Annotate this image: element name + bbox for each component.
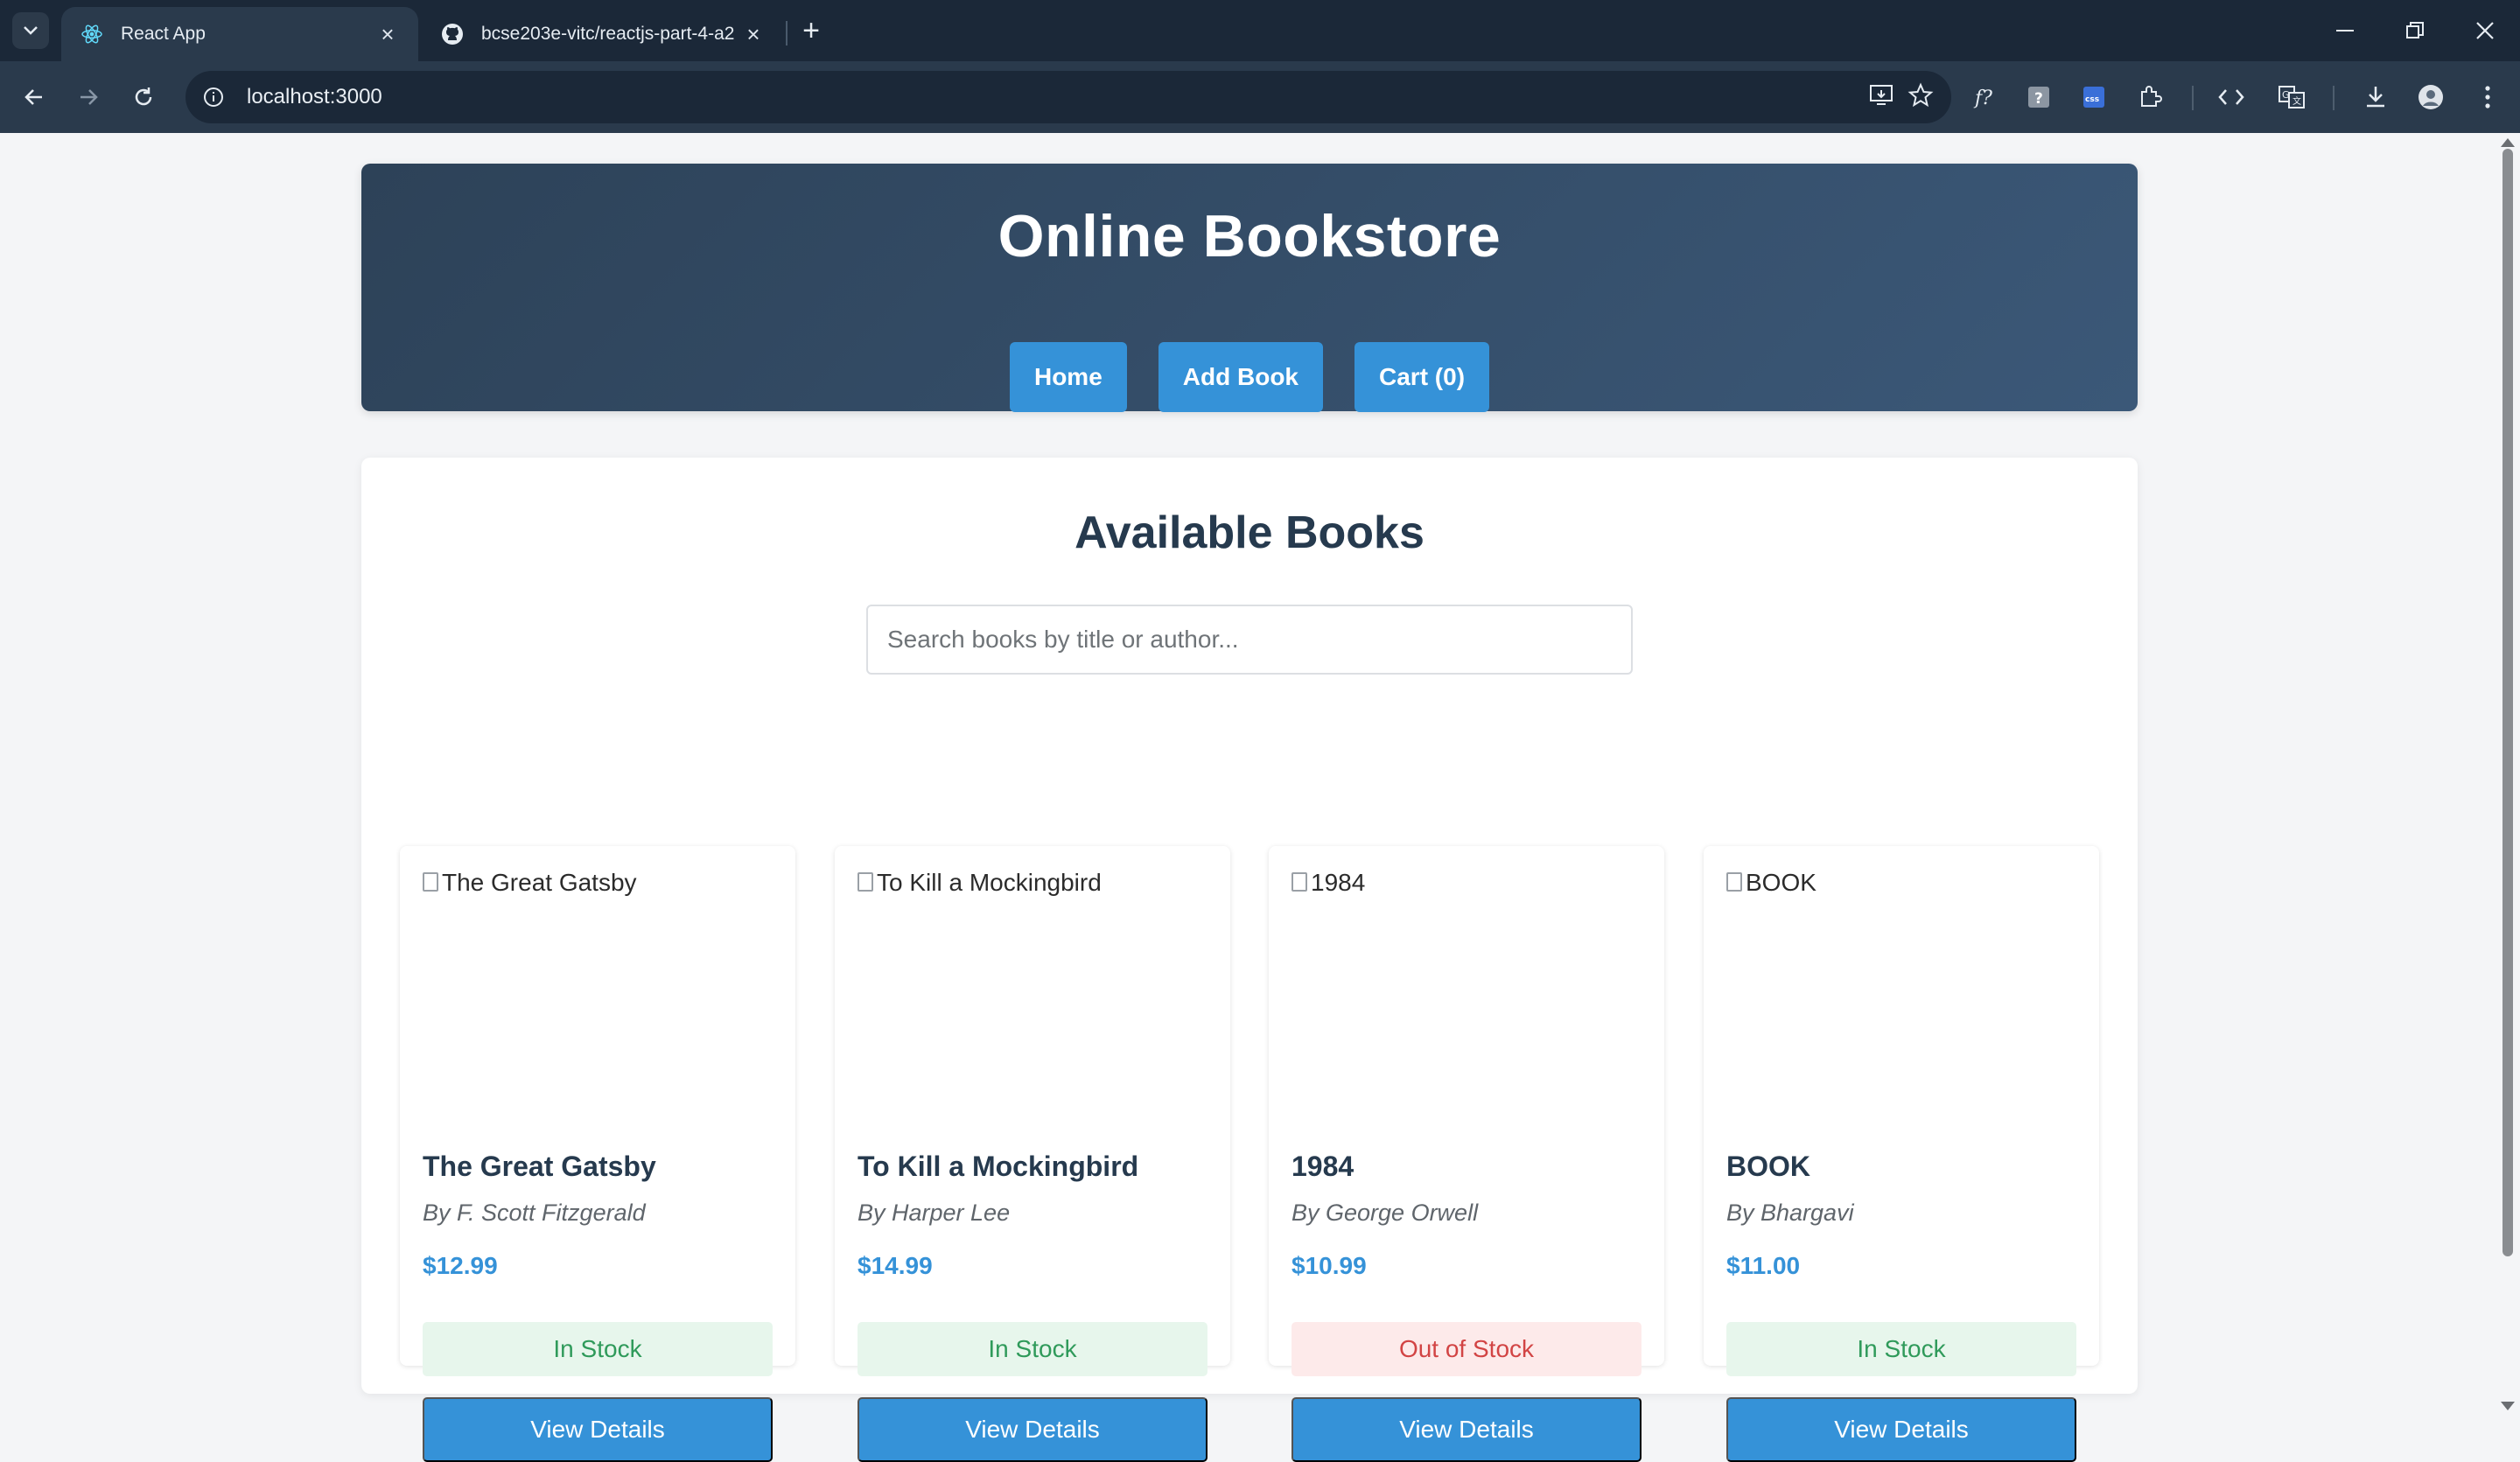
url-text: localhost:3000 [247,85,382,108]
view-details-button[interactable]: View Details [1726,1397,2076,1462]
site-title: Online Bookstore [998,203,1502,269]
github-icon [439,21,466,47]
book-title: 1984 [1292,1151,1354,1182]
toolbar-divider [2333,86,2334,110]
page-viewport: Online Bookstore Home Add Book Cart (0) … [0,133,2520,1462]
nav-home-button[interactable]: Home [1009,342,1127,412]
tab-strip: React App × bcse203e-vitc/reactjs-part-4… [0,0,2520,61]
close-window-button[interactable] [2450,0,2520,61]
bookmark-star-icon[interactable] [1908,82,1934,113]
view-details-button[interactable]: View Details [423,1397,773,1462]
book-cover-image[interactable]: BOOK [1726,869,2076,1114]
cover-alt-text: The Great Gatsby [442,869,637,896]
search-input[interactable] [866,605,1633,675]
book-title: BOOK [1726,1151,1810,1182]
tab-react-app[interactable]: React App × [61,7,418,61]
reload-icon [135,87,152,106]
books-panel: Available Books The Great Gatsby The Gre… [361,458,2138,1462]
close-icon [2476,22,2494,39]
close-tab-icon[interactable]: × [374,21,401,47]
book-price: $12.99 [423,1252,498,1279]
install-app-icon[interactable] [1869,83,1895,112]
broken-image-icon [858,872,873,892]
svg-text:css: css [2085,95,2099,104]
book-title: To Kill a Mockingbird [858,1151,1139,1182]
stock-badge: In Stock [423,1322,773,1376]
react-icon [79,21,105,47]
svg-text:G: G [2282,89,2290,101]
code-icon[interactable] [2211,77,2251,117]
view-details-button[interactable]: View Details [858,1397,1208,1462]
close-tab-icon[interactable]: × [740,21,766,47]
font-ext-icon[interactable]: f? [1964,77,2004,117]
scrollbar-thumb[interactable] [2502,149,2513,1256]
book-author: By F. Scott Fitzgerald [423,1200,646,1226]
download-icon[interactable] [2356,77,2396,117]
svg-text:?: ? [2034,90,2043,108]
translate-icon[interactable]: G文 [2272,77,2312,117]
tab-search-button[interactable] [12,12,49,49]
extensions-icon[interactable] [2130,77,2170,117]
address-bar[interactable]: localhost:3000 [186,71,1951,123]
book-cover-image[interactable]: The Great Gatsby [423,869,773,1114]
main-nav: Home Add Book Cart (0) [361,342,2138,412]
nav-add-book-button[interactable]: Add Book [1158,342,1323,412]
page-scrollbar[interactable] [2494,133,2520,1417]
book-price: $10.99 [1292,1252,1367,1279]
toolbar-divider [2192,86,2194,110]
new-tab-button[interactable]: + [793,12,830,49]
stock-badge: In Stock [858,1322,1208,1376]
tab-github[interactable]: bcse203e-vitc/reactjs-part-4-a2 × [422,7,784,61]
more-menu-icon[interactable] [2468,77,2508,117]
svg-text:文: 文 [2292,95,2301,107]
book-title: The Great Gatsby [423,1151,656,1182]
cover-alt-text: 1984 [1311,869,1366,896]
scroll-up-arrow-icon[interactable] [2501,138,2515,147]
help-ext-icon[interactable]: ? [2019,77,2059,117]
svg-text:f?: f? [1973,87,1992,109]
restore-button[interactable] [2380,0,2450,61]
book-card: 1984 1984 By George Orwell $10.99 Out of… [1269,846,1664,1462]
book-cover-image[interactable]: 1984 [1292,869,1642,1114]
scroll-down-arrow-icon[interactable] [2501,1402,2515,1410]
broken-image-icon [1292,872,1307,892]
broken-image-icon [423,872,438,892]
back-button[interactable] [14,77,54,117]
broken-image-icon [1726,872,1742,892]
minimize-icon [2336,30,2354,31]
cover-alt-text: BOOK [1746,869,1816,896]
book-author: By George Orwell [1292,1200,1479,1226]
tab-title: React App [121,24,206,44]
cover-alt-text: To Kill a Mockingbird [877,869,1102,896]
view-details-button[interactable]: View Details [1292,1397,1642,1462]
book-price: $11.00 [1726,1252,1801,1279]
reload-button[interactable] [123,77,164,117]
site-header: Online Bookstore Home Add Book Cart (0) [361,164,2138,412]
browser-toolbar: localhost:3000 f? ? css G 文 [0,61,2520,133]
tab-divider [786,21,788,45]
book-author: By Harper Lee [858,1200,1011,1226]
minimize-button[interactable] [2310,0,2380,61]
chevron-down-icon [24,26,38,35]
book-price: $14.99 [858,1252,933,1279]
forward-button[interactable] [68,77,108,117]
profile-avatar[interactable] [2411,77,2451,117]
book-card: The Great Gatsby The Great Gatsby By F. … [400,846,795,1462]
book-card: To Kill a Mockingbird To Kill a Mockingb… [835,846,1230,1462]
stock-badge: In Stock [1726,1322,2076,1376]
nav-cart-button[interactable]: Cart (0) [1354,342,1490,412]
book-cover-image[interactable]: To Kill a Mockingbird [858,869,1208,1114]
site-info-icon[interactable] [191,74,236,120]
arrow-left-icon [24,89,42,105]
stock-badge: Out of Stock [1292,1322,1642,1376]
book-card: BOOK BOOK By Bhargavi $11.00 In Stock Vi… [1704,846,2099,1462]
restore-icon [2406,22,2424,38]
css-ext-icon[interactable]: css [2074,77,2114,117]
arrow-right-icon [80,89,98,105]
tab-title: bcse203e-vitc/reactjs-part-4-a2 [481,24,735,44]
book-author: By Bhargavi [1726,1200,1854,1226]
section-heading: Available Books [1074,507,1424,558]
browser-chrome: React App × bcse203e-vitc/reactjs-part-4… [0,0,2520,133]
